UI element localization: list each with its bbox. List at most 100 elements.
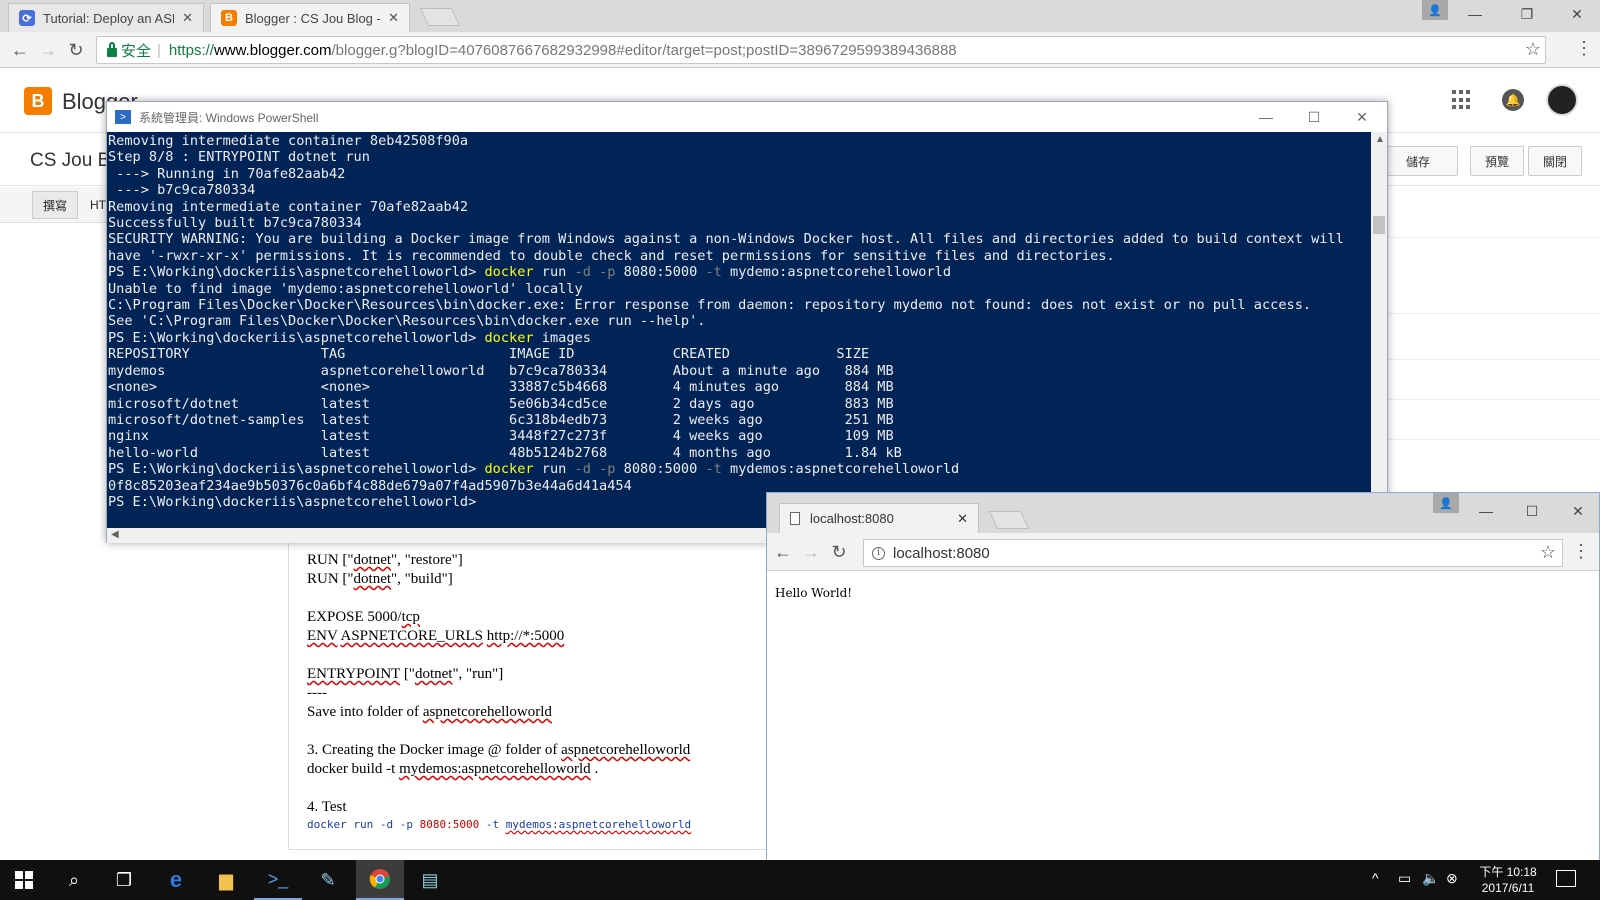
new-tab-button[interactable]	[988, 511, 1030, 529]
task-view-icon[interactable]: ❐	[100, 860, 148, 900]
close-window-icon[interactable]: ✕	[1555, 497, 1600, 525]
forward-icon[interactable]: →	[36, 38, 60, 62]
close-window-icon[interactable]: ✕	[1554, 0, 1600, 28]
close-icon[interactable]: ✕	[388, 10, 399, 26]
avatar[interactable]	[1546, 84, 1578, 116]
preview-button[interactable]: 預覽	[1470, 146, 1525, 176]
menu-dots-icon[interactable]: ⋮	[1574, 38, 1594, 59]
powershell-taskbar-icon[interactable]: >_	[254, 860, 302, 900]
close-icon[interactable]: ✕	[957, 511, 968, 527]
paint-icon[interactable]: ✎	[304, 860, 352, 900]
notifications-bell-icon[interactable]: 🔔	[1502, 89, 1524, 111]
images-table-row: microsoft/dotnet latest 5e06b34cd5ce 2 d…	[108, 395, 894, 412]
sidebar-item-permalink[interactable]: 結	[1362, 329, 1600, 348]
file-explorer-icon[interactable]: ▆	[202, 860, 250, 900]
tab-tutorial[interactable]: ⟳ Tutorial: Deploy an ASP ✕	[8, 3, 204, 32]
sidebar-item-schedule[interactable]: 時間	[1362, 287, 1600, 306]
tab-localhost[interactable]: localhost:8080 ✕	[779, 503, 979, 533]
info-icon[interactable]: i	[872, 546, 885, 560]
windows-taskbar: ⌕ ❐ e ▆ >_ ✎ ▤ ^ ▭ 🔈 ⊗ 下午 10:18 2017/6/1…	[0, 860, 1600, 900]
clock-time: 下午 10:18	[1479, 865, 1537, 879]
close-icon[interactable]: ✕	[182, 10, 193, 26]
console-command-line: PS E:\Working\dockeriis\aspnetcorehellow…	[108, 329, 591, 346]
close-button[interactable]: 關閉	[1528, 146, 1583, 176]
search-icon[interactable]: ⌕	[50, 860, 98, 900]
profile-icon[interactable]: 👤	[1422, 0, 1448, 20]
post-settings-sidebar: 定 時間 結	[1362, 187, 1600, 487]
console-line: Removing intermediate container 8eb42508…	[108, 133, 469, 149]
tab-title: Tutorial: Deploy an ASP	[43, 10, 175, 26]
blog-title: CS Jou Bl	[30, 150, 115, 171]
bookmark-star-icon[interactable]: ☆	[1525, 39, 1541, 60]
error-icon[interactable]: ⊗	[1446, 870, 1458, 887]
doc-line: 3. Creating the Docker image @ folder of…	[307, 742, 691, 758]
system-clock[interactable]: 下午 10:18 2017/6/11	[1470, 864, 1546, 896]
back-icon[interactable]: ←	[8, 38, 32, 62]
images-table-row: hello-world latest 48b5124b2768 4 months…	[108, 444, 902, 461]
images-table-row: mydemos aspnetcorehelloworld b7c9ca78033…	[108, 362, 894, 379]
minimize-icon[interactable]: —	[1463, 497, 1509, 525]
powershell-console[interactable]: Removing intermediate container 8eb42508…	[107, 132, 1371, 528]
page-icon	[790, 512, 800, 525]
start-button[interactable]	[0, 860, 48, 900]
console-line: Unable to find image 'mydemo:aspnetcoreh…	[108, 280, 583, 297]
tab-blogger[interactable]: B Blogger : CS Jou Blog - ✕	[210, 3, 410, 32]
edge-icon[interactable]: e	[152, 860, 200, 900]
doc-line: ----	[307, 685, 327, 701]
reload-icon[interactable]: ↻	[827, 540, 851, 564]
chrome-taskbar-icon[interactable]	[356, 860, 404, 900]
doc-code-line: docker run -d -p 8080:5000 -t mydemos:as…	[307, 818, 692, 831]
blogger-logo-icon[interactable]: B	[24, 87, 52, 115]
powershell-icon: >	[115, 110, 131, 124]
reload-icon[interactable]: ↻	[64, 38, 88, 62]
forward-icon[interactable]: →	[799, 540, 823, 564]
images-table-row: microsoft/dotnet-samples latest 6c318b4e…	[108, 411, 894, 428]
profile-icon[interactable]: 👤	[1433, 493, 1459, 513]
vertical-scrollbar[interactable]: ▲	[1371, 132, 1387, 528]
console-line: See 'C:\Program Files\Docker\Docker\Reso…	[108, 313, 706, 330]
divider	[1362, 313, 1600, 314]
console-line: C:\Program Files\Docker\Docker\Resources…	[108, 297, 1312, 314]
url-text: localhost:8080	[893, 544, 990, 562]
doc-line: ENTRYPOINT ["dotnet", "run"]	[307, 666, 504, 682]
doc-line: Save into folder of aspnetcorehelloworld	[307, 704, 552, 720]
divider	[1362, 237, 1600, 238]
address-bar[interactable]: i localhost:8080 ☆	[863, 539, 1563, 567]
network-icon[interactable]: ▭	[1398, 870, 1411, 887]
back-icon[interactable]: ←	[771, 540, 795, 564]
tab-strip: localhost:8080 ✕ 👤 — ☐ ✕	[767, 493, 1599, 533]
close-window-icon[interactable]: ✕	[1339, 102, 1385, 132]
url-host: www.blogger.com	[213, 41, 332, 59]
restore-icon[interactable]: ❐	[1504, 0, 1550, 28]
scroll-thumb[interactable]	[1373, 216, 1385, 234]
volume-icon[interactable]: 🔈	[1422, 870, 1439, 887]
menu-dots-icon[interactable]: ⋮	[1571, 541, 1591, 562]
sidebar-item-labels[interactable]: 定	[1362, 205, 1600, 224]
console-command-line: PS E:\Working\dockeriis\aspnetcorehellow…	[108, 264, 952, 281]
action-center-icon[interactable]	[1556, 870, 1576, 887]
doc-line: EXPOSE 5000/tcp	[307, 609, 420, 625]
tab-title: Blogger : CS Jou Blog -	[245, 10, 381, 26]
scroll-up-icon[interactable]: ▲	[1375, 134, 1385, 145]
console-command-line: PS E:\Working\dockeriis\aspnetcorehellow…	[108, 461, 960, 478]
maximize-icon[interactable]: ☐	[1291, 102, 1337, 132]
doc-line: 4. Test	[307, 799, 347, 815]
doc-line: ENV ASPNETCORE_URLS http://*:5000	[307, 628, 565, 644]
maximize-icon[interactable]: ☐	[1509, 497, 1555, 525]
minimize-icon[interactable]: —	[1243, 102, 1289, 132]
scroll-left-icon[interactable]: ◀	[111, 529, 119, 540]
bookmark-star-icon[interactable]: ☆	[1540, 542, 1556, 563]
blogger-favicon-icon: B	[221, 10, 237, 26]
minimize-icon[interactable]: —	[1452, 0, 1498, 28]
save-button[interactable]: 儲存	[1378, 146, 1458, 176]
new-tab-button[interactable]	[419, 8, 461, 26]
apps-grid-icon[interactable]	[1452, 90, 1472, 110]
page-content: Hello World!	[767, 572, 1599, 861]
tab-compose[interactable]: 撰寫	[32, 191, 79, 219]
chevron-up-icon[interactable]: ^	[1372, 870, 1379, 886]
doc-line: RUN ["dotnet", "restore"]	[307, 552, 463, 568]
post-editor-body[interactable]: RUN ["dotnet", "restore"] RUN ["dotnet",…	[288, 540, 768, 850]
address-bar[interactable]: 安全 | https:// www.blogger.com /blogger.g…	[96, 36, 1546, 64]
powershell-titlebar[interactable]: > 系統管理員: Windows PowerShell — ☐ ✕	[107, 102, 1387, 132]
notepad-icon[interactable]: ▤	[406, 860, 454, 900]
